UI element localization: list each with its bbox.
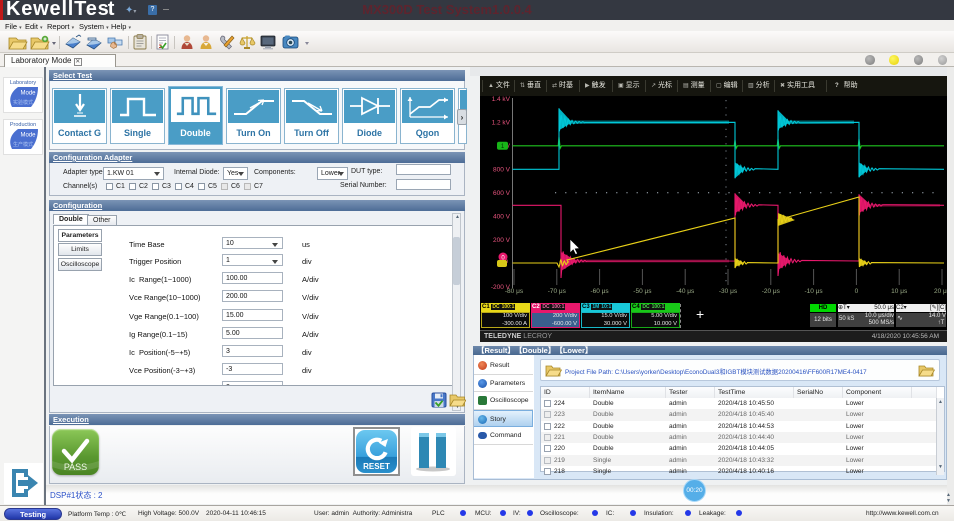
svg-text:200 V: 200 V bbox=[493, 237, 511, 244]
svg-text:-20 μs: -20 μs bbox=[762, 288, 781, 295]
svg-text:-10 μs: -10 μs bbox=[804, 288, 823, 295]
svg-text:-60 μs: -60 μs bbox=[590, 288, 609, 295]
svg-text:-200 V: -200 V bbox=[491, 284, 511, 291]
svg-text:-30 μs: -30 μs bbox=[719, 288, 738, 295]
svg-text:Mode: Mode bbox=[20, 133, 36, 139]
svg-text:Mode: Mode bbox=[20, 91, 36, 97]
svg-text:实验模式: 实验模式 bbox=[13, 99, 33, 106]
svg-text:400 V: 400 V bbox=[493, 214, 511, 221]
svg-text:1.4 kV: 1.4 kV bbox=[492, 96, 511, 103]
svg-text:-70 μs: -70 μs bbox=[548, 288, 567, 295]
svg-text:10 μs: 10 μs bbox=[891, 288, 908, 295]
svg-text:-50 μs: -50 μs bbox=[633, 288, 652, 295]
svg-text:800 V: 800 V bbox=[493, 167, 511, 174]
svg-text:20 μs: 20 μs bbox=[934, 288, 947, 295]
svg-text:-40 μs: -40 μs bbox=[676, 288, 695, 295]
svg-text:1.2 kV: 1.2 kV bbox=[492, 120, 511, 127]
svg-text:600 V: 600 V bbox=[493, 190, 511, 197]
svg-text:0: 0 bbox=[855, 288, 859, 295]
svg-text:RESET: RESET bbox=[363, 462, 390, 471]
svg-text:生产模式: 生产模式 bbox=[13, 141, 33, 148]
svg-text:PASS: PASS bbox=[64, 462, 87, 472]
